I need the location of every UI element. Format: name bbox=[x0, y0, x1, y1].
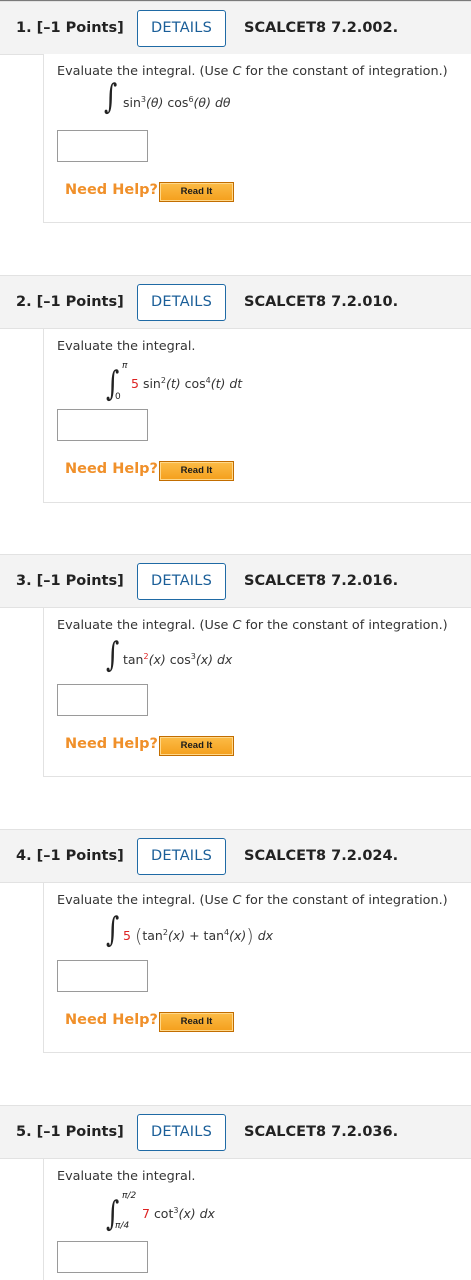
question-prompt: Evaluate the integral. (Use C for the co… bbox=[57, 893, 448, 908]
answer-input[interactable] bbox=[57, 684, 148, 716]
integral-sign: ∫ bbox=[106, 910, 120, 950]
details-button[interactable]: DETAILS bbox=[137, 10, 226, 47]
integrand: 7 cot3(x) dx bbox=[142, 1206, 215, 1221]
question-title: 3. [–1 Points] bbox=[16, 573, 124, 589]
question-title: 1. [–1 Points] bbox=[16, 20, 124, 36]
question-code: SCALCET8 7.2.036. bbox=[244, 1124, 399, 1140]
question-code: SCALCET8 7.2.016. bbox=[244, 573, 399, 589]
question-body: Evaluate the integral. (Use C for the co… bbox=[43, 608, 471, 777]
question-code: SCALCET8 7.2.024. bbox=[244, 848, 399, 864]
answer-input[interactable] bbox=[57, 960, 148, 992]
integrand: sin3(θ) cos6(θ) dθ bbox=[123, 95, 231, 110]
need-help-label: Need Help? bbox=[65, 461, 158, 477]
read-it-button[interactable]: Read It bbox=[159, 461, 234, 481]
question-body: Evaluate the integral. (Use C for the co… bbox=[43, 883, 471, 1053]
need-help-label: Need Help? bbox=[65, 1012, 158, 1028]
question-code: SCALCET8 7.2.010. bbox=[244, 294, 399, 310]
question-header: 5. [–1 Points] DETAILS SCALCET8 7.2.036. bbox=[0, 1105, 471, 1159]
question-header: 2. [–1 Points] DETAILS SCALCET8 7.2.010. bbox=[0, 275, 471, 329]
lower-limit: π/4 bbox=[115, 1221, 130, 1231]
question-title: 5. [–1 Points] bbox=[16, 1124, 124, 1140]
question-code: SCALCET8 7.2.002. bbox=[244, 20, 399, 36]
need-help-label: Need Help? bbox=[65, 736, 158, 752]
lower-limit: 0 bbox=[115, 392, 121, 402]
need-help-label: Need Help? bbox=[65, 182, 158, 198]
upper-limit: π/2 bbox=[122, 1191, 137, 1201]
answer-input[interactable] bbox=[57, 130, 148, 162]
question-header: 1. [–1 Points] DETAILS SCALCET8 7.2.002. bbox=[0, 1, 471, 55]
integrand: 5 sin2(t) cos4(t) dt bbox=[131, 376, 243, 391]
question-header: 3. [–1 Points] DETAILS SCALCET8 7.2.016. bbox=[0, 554, 471, 608]
upper-limit: π bbox=[122, 361, 128, 371]
question-body: Evaluate the integral. ∫ π/2 π/4 7 cot3(… bbox=[43, 1159, 471, 1280]
question-title: 2. [–1 Points] bbox=[16, 294, 124, 310]
question-prompt: Evaluate the integral. bbox=[57, 1169, 196, 1184]
question-body: Evaluate the integral. ∫ π 0 5 sin2(t) c… bbox=[43, 329, 471, 503]
details-button[interactable]: DETAILS bbox=[137, 284, 226, 321]
details-button[interactable]: DETAILS bbox=[137, 838, 226, 875]
details-button[interactable]: DETAILS bbox=[137, 563, 226, 600]
answer-input[interactable] bbox=[57, 1241, 148, 1273]
read-it-button[interactable]: Read It bbox=[159, 1012, 234, 1032]
question-title: 4. [–1 Points] bbox=[16, 848, 124, 864]
question-prompt: Evaluate the integral. bbox=[57, 339, 196, 354]
details-button[interactable]: DETAILS bbox=[137, 1114, 226, 1151]
answer-input[interactable] bbox=[57, 409, 148, 441]
integral-sign: ∫ bbox=[106, 635, 120, 675]
integral-sign: ∫ bbox=[104, 77, 118, 117]
question-header: 4. [–1 Points] DETAILS SCALCET8 7.2.024. bbox=[0, 829, 471, 883]
question-prompt: Evaluate the integral. (Use C for the co… bbox=[57, 618, 448, 633]
read-it-button[interactable]: Read It bbox=[159, 736, 234, 756]
integrand: 5 (tan2(x) + tan4(x)) dx bbox=[123, 925, 274, 947]
question-body: Evaluate the integral. (Use C for the co… bbox=[43, 54, 471, 223]
read-it-button[interactable]: Read It bbox=[159, 182, 234, 202]
integrand: tan2(x) cos3(x) dx bbox=[123, 652, 233, 667]
